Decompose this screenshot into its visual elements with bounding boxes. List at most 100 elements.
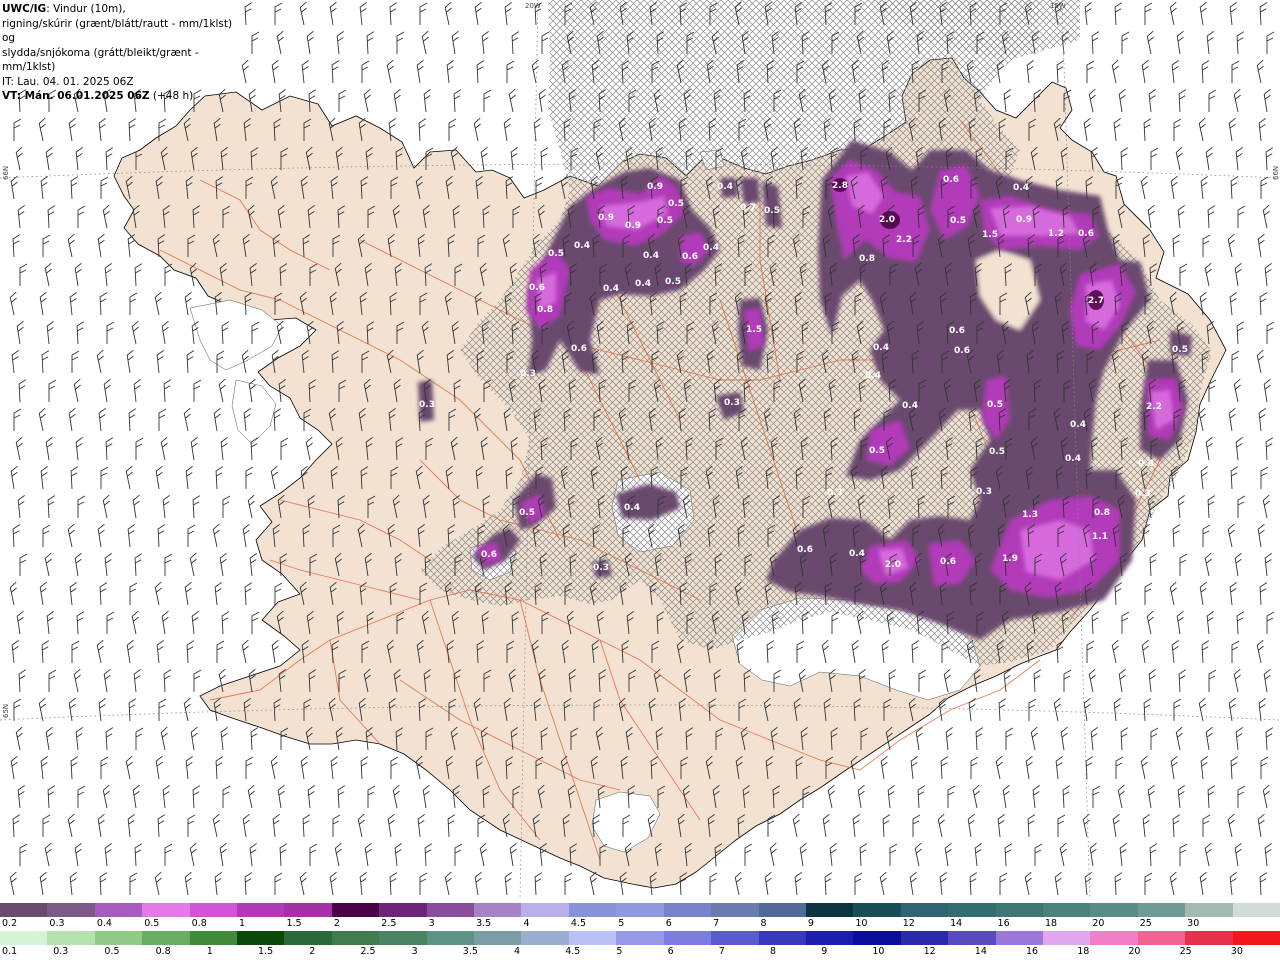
legend-tick-label: 5 xyxy=(616,946,623,957)
legend-swatch xyxy=(995,903,1043,917)
legend-tick-label: 3 xyxy=(411,946,418,957)
legend-swatch xyxy=(1185,931,1233,945)
precip-value-label: 2.7 xyxy=(1088,296,1104,306)
grid-label-15w: 15W xyxy=(1050,2,1066,10)
legend-swatch xyxy=(47,931,95,945)
legend-swatch xyxy=(1042,931,1091,945)
precip-value-label: 0.6 xyxy=(943,175,959,185)
legend-swatch xyxy=(189,903,238,917)
legend-swatch xyxy=(331,903,380,917)
legend-swatch xyxy=(805,931,854,945)
legend-tick-label: 25 xyxy=(1179,946,1192,957)
legend-tick-label: 2.5 xyxy=(381,918,397,929)
snow-scale-ticks: 0.2 0.3 0.4 0.5 0.8 1 1.5 2 2.5 3 3.5 4 4.5 5 6 7 8 9 10 12… xyxy=(0,918,1280,930)
legend-tick-label: 7 xyxy=(713,918,720,929)
legend-swatch xyxy=(474,903,522,917)
grid-label-66n-right: 66N xyxy=(1272,166,1280,180)
legend-swatch xyxy=(995,931,1043,945)
legend-swatch xyxy=(1042,903,1091,917)
precip-value-label: 0.5 xyxy=(764,206,780,216)
legend-swatch xyxy=(379,903,427,917)
legend-swatch xyxy=(94,931,143,945)
precip-value-label: 0.5 xyxy=(519,508,535,518)
legend-tick-label: 2 xyxy=(333,918,340,929)
rain-scale-ticks: 0.1 0.3 0.5 0.8 1 1.5 2 2.5 3 3.5 4 4.5 5 6 7 8 9 10 12 14 1… xyxy=(0,946,1280,958)
legend-swatch xyxy=(900,931,949,945)
precip-value-label: 0.5 xyxy=(548,249,564,259)
legend-swatch xyxy=(758,931,806,945)
legend-tick-label: 14 xyxy=(950,918,963,929)
precip-value-label: 2.0 xyxy=(879,215,895,225)
legend-tick-label: 2 xyxy=(309,946,316,957)
legend-swatch xyxy=(142,903,190,917)
legend-tick-label: 1 xyxy=(239,918,246,929)
color-legend: 0.2 0.3 0.4 0.5 0.8 1 1.5 2 2.5 3 3.5 4 4.5 5 6 7 8 9 10 12… xyxy=(0,900,1280,960)
snow-color-bar xyxy=(0,903,1280,917)
legend-tick-label: 0.2 xyxy=(2,918,18,929)
legend-tick-label: 0.8 xyxy=(155,946,171,957)
precip-value-label: 0.6 xyxy=(797,545,813,555)
precip-value-label: 0.9 xyxy=(625,221,641,231)
legend-tick-label: 4 xyxy=(514,946,521,957)
init-time: IT: Lau. 04. 01. 2025 06Z xyxy=(2,75,134,88)
precip-value-label: 0.4 xyxy=(624,503,640,513)
legend-tick-label: 10 xyxy=(855,918,868,929)
grid-label-65n-left: 65N xyxy=(2,704,10,718)
legend-swatch xyxy=(521,903,569,917)
legend-swatch xyxy=(616,903,664,917)
precip-value-label: 1.5 xyxy=(982,230,998,240)
legend-swatch xyxy=(237,931,285,945)
precip-value-label: 0.5 xyxy=(989,447,1005,457)
precip-value-label: 0.8 xyxy=(1094,508,1110,518)
valid-time: VT: Mán. 06.01.2025 06Z (+48 h) xyxy=(2,89,236,104)
legend-swatch xyxy=(568,903,617,917)
legend-swatch xyxy=(284,903,332,917)
legend-swatch xyxy=(1090,903,1138,917)
precip-value-label: 0.6 xyxy=(1078,229,1094,239)
legend-swatch xyxy=(1232,903,1280,917)
info-line3: slydda/snjókoma (grátt/bleikt/grænt - mm… xyxy=(2,46,199,74)
precip-value-label: 0.4 xyxy=(1065,454,1081,464)
weather-map-view: 20W 15W 66N 66N 65N 2.8 2.0 2.2 0.6 0.5 1.5 0.… xyxy=(0,0,1280,960)
legend-swatch xyxy=(379,931,427,945)
legend-tick-label: 0.8 xyxy=(191,918,207,929)
info-line1: : Vindur (10m), xyxy=(46,3,126,15)
legend-tick-label: 12 xyxy=(923,946,936,957)
precip-value-label: 0.8 xyxy=(537,305,553,315)
legend-tick-label: 3.5 xyxy=(462,946,478,957)
legend-swatch xyxy=(900,903,949,917)
legend-tick-label: 0.5 xyxy=(144,918,160,929)
precip-value-label: 0.4 xyxy=(717,182,733,192)
precip-value-label: 1.2 xyxy=(1048,229,1064,239)
precip-value-label: 0.3 xyxy=(827,488,843,498)
precip-value-label: 0.4 xyxy=(643,251,659,261)
legend-swatch xyxy=(426,931,475,945)
precip-value-label: 0.4 xyxy=(865,371,881,381)
legend-tick-label: 7 xyxy=(718,946,725,957)
legend-tick-label: 6 xyxy=(667,946,674,957)
grid-label-66n-left: 66N xyxy=(2,166,10,180)
legend-swatch xyxy=(568,931,617,945)
legend-swatch xyxy=(474,931,522,945)
legend-tick-label: 30 xyxy=(1230,946,1243,957)
precip-value-label: 0.3 xyxy=(976,487,992,497)
precip-value-label: 0.3 xyxy=(1135,489,1151,499)
legend-swatch xyxy=(189,931,238,945)
legend-tick-label: 10 xyxy=(872,946,885,957)
precip-value-label: 0.4 xyxy=(1013,183,1029,193)
legend-swatch xyxy=(94,903,143,917)
precip-value-label: 0.3 xyxy=(520,369,536,379)
legend-swatch xyxy=(47,903,95,917)
precip-value-label: 0.9 xyxy=(598,213,614,223)
legend-swatch xyxy=(663,931,712,945)
legend-tick-label: 18 xyxy=(1077,946,1090,957)
precip-value-label: 0.5 xyxy=(668,199,684,209)
legend-tick-label: 18 xyxy=(1044,918,1058,929)
grid-label-20w: 20W xyxy=(525,2,541,10)
legend-swatch xyxy=(426,903,475,917)
legend-swatch xyxy=(331,931,380,945)
precip-value-label: 0.4 xyxy=(1070,420,1086,430)
precip-value-label: 0.4 xyxy=(849,549,865,559)
legend-tick-label: 1 xyxy=(206,946,213,957)
precip-value-label: 0.3 xyxy=(724,398,740,408)
